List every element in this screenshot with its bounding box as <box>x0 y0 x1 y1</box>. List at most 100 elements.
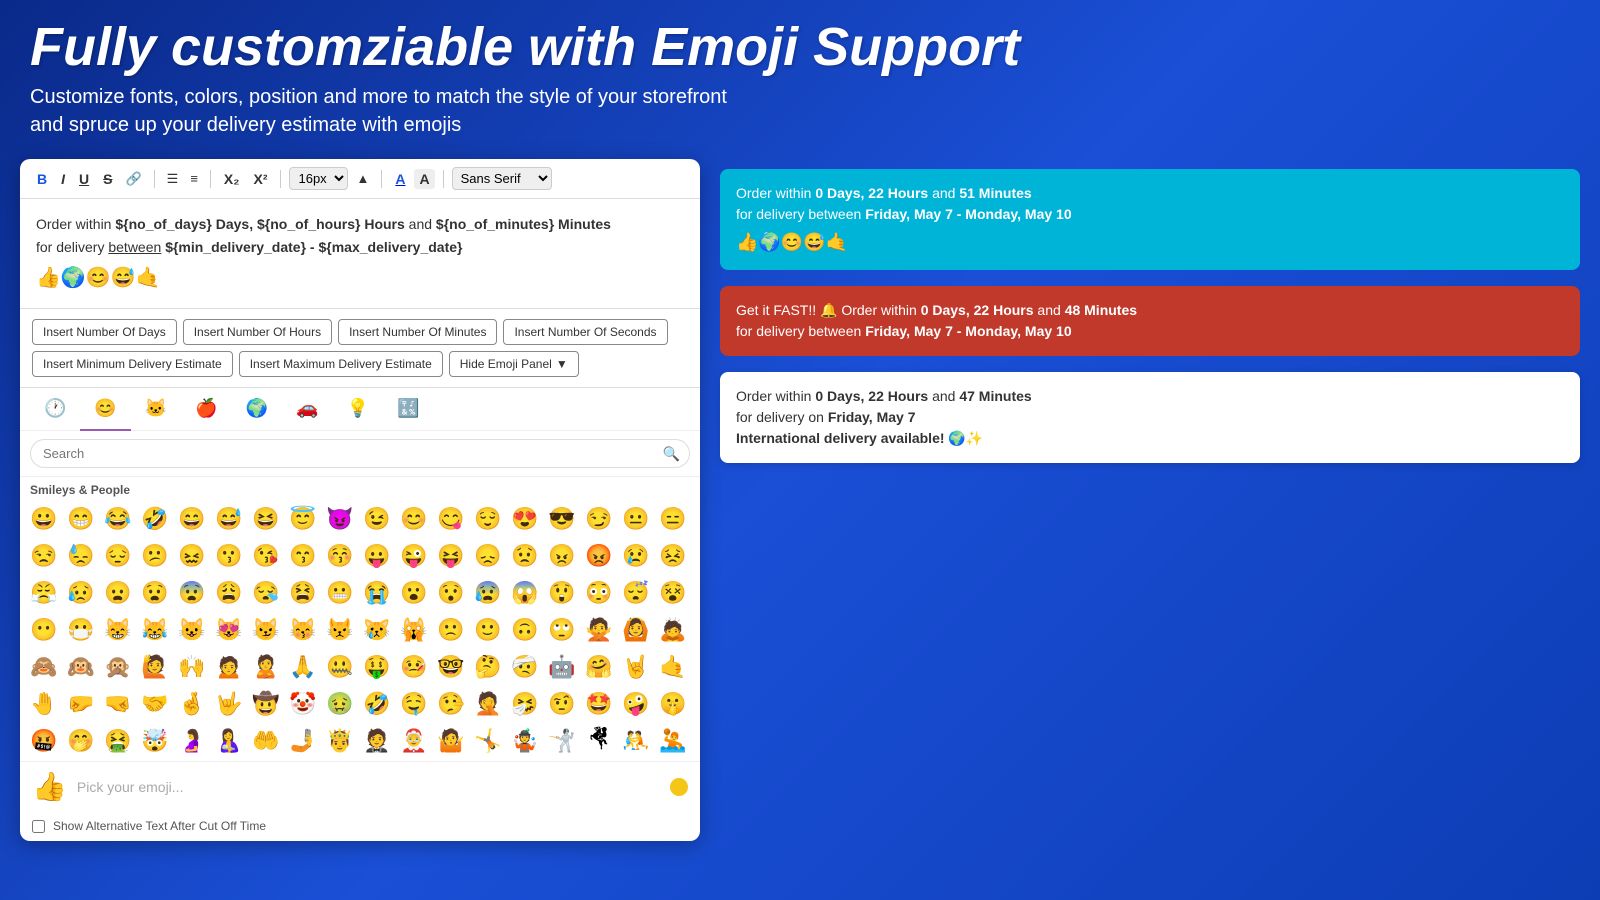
emoji-item[interactable]: 😇 <box>285 501 321 537</box>
emoji-item[interactable]: 😵 <box>655 575 691 611</box>
emoji-item[interactable]: 🤨 <box>544 686 580 722</box>
emoji-item[interactable]: 🤧 <box>507 686 543 722</box>
emoji-item[interactable]: 🤒 <box>396 649 432 685</box>
emoji-item[interactable]: 😂 <box>100 501 136 537</box>
font-size-up-icon[interactable]: ▲ <box>352 169 373 188</box>
emoji-item[interactable]: 🤾 <box>26 760 62 761</box>
emoji-item[interactable]: 🤔 <box>470 649 506 685</box>
hide-emoji-button[interactable]: Hide Emoji Panel ▼ <box>449 351 579 377</box>
emoji-item[interactable]: 🤺 <box>544 723 580 759</box>
emoji-item[interactable]: 🙋 <box>137 649 173 685</box>
emoji-item[interactable]: 🤣 <box>137 501 173 537</box>
emoji-item[interactable]: 😊 <box>396 501 432 537</box>
emoji-item[interactable]: 😩 <box>211 575 247 611</box>
emoji-item[interactable]: 👈 <box>396 760 432 761</box>
emoji-item[interactable]: 😕 <box>137 538 173 574</box>
emoji-item[interactable]: 😽 <box>285 612 321 648</box>
emoji-item[interactable]: 🤙 <box>655 649 691 685</box>
emoji-item[interactable]: 🤹 <box>507 723 543 759</box>
emoji-item[interactable]: 😜 <box>396 538 432 574</box>
emoji-item[interactable]: 🤸 <box>470 723 506 759</box>
italic-button[interactable]: I <box>56 169 70 189</box>
emoji-item[interactable]: 🤘 <box>618 649 654 685</box>
emoji-item[interactable]: 🤚 <box>26 686 62 722</box>
emoji-item[interactable]: 👏 <box>655 760 691 761</box>
emoji-item[interactable]: 😞 <box>470 538 506 574</box>
emoji-item[interactable]: 🤭 <box>63 723 99 759</box>
emoji-item[interactable]: 🤝 <box>137 686 173 722</box>
emoji-item[interactable]: 🤳 <box>285 723 321 759</box>
emoji-item[interactable]: 🤓 <box>433 649 469 685</box>
emoji-item[interactable]: 😧 <box>137 575 173 611</box>
emoji-item[interactable]: 😼 <box>248 612 284 648</box>
subscript-button[interactable]: X₂ <box>219 169 245 189</box>
tab-recent[interactable]: 🕐 <box>30 388 80 431</box>
alt-text-checkbox[interactable] <box>32 820 45 833</box>
emoji-item[interactable]: 😺 <box>174 612 210 648</box>
emoji-item[interactable]: 😀 <box>26 501 62 537</box>
emoji-item[interactable]: 😁 <box>63 501 99 537</box>
emoji-item[interactable]: 🙂 <box>470 612 506 648</box>
emoji-item[interactable]: 😮 <box>396 575 432 611</box>
emoji-item[interactable]: 👆 <box>322 760 358 761</box>
emoji-item[interactable]: 🤞 <box>174 686 210 722</box>
tab-animals[interactable]: 🐱 <box>131 388 181 431</box>
tab-activities[interactable]: 🚗 <box>282 388 332 431</box>
emoji-item[interactable]: 😓 <box>63 538 99 574</box>
emoji-item[interactable]: 😥 <box>63 575 99 611</box>
emoji-item[interactable]: 😌 <box>470 501 506 537</box>
emoji-item[interactable]: 🤜 <box>100 686 136 722</box>
emoji-item[interactable]: 🙀 <box>396 612 432 648</box>
emoji-item[interactable]: 👎 <box>618 760 654 761</box>
tab-travel[interactable]: 🌍 <box>232 388 282 431</box>
emoji-color-dot[interactable] <box>670 778 688 796</box>
insert-minutes-button[interactable]: Insert Number Of Minutes <box>338 319 497 345</box>
emoji-item[interactable]: 😢 <box>618 538 654 574</box>
emoji-item[interactable]: 😻 <box>211 612 247 648</box>
emoji-item[interactable]: 🤫 <box>655 686 691 722</box>
emoji-item[interactable]: 👂 <box>174 760 210 761</box>
emoji-item[interactable]: 🤖 <box>544 649 580 685</box>
emoji-item[interactable]: 😑 <box>655 501 691 537</box>
emoji-item[interactable]: 🤗 <box>581 649 617 685</box>
emoji-item[interactable]: 😱 <box>507 575 543 611</box>
emoji-item[interactable]: 👅 <box>285 760 321 761</box>
text-color-button[interactable]: A <box>390 169 410 189</box>
tab-smileys[interactable]: 😊 <box>80 388 130 431</box>
emoji-item[interactable]: 👋 <box>507 760 543 761</box>
emoji-item[interactable]: 🤰 <box>174 723 210 759</box>
emoji-item[interactable]: 😚 <box>322 538 358 574</box>
emoji-item[interactable]: 🤼 <box>618 723 654 759</box>
emoji-item[interactable]: 😠 <box>544 538 580 574</box>
tab-symbols[interactable]: 🔣 <box>383 388 433 431</box>
emoji-item[interactable]: 🤽 <box>655 723 691 759</box>
tab-food[interactable]: 🍎 <box>181 388 231 431</box>
emoji-item[interactable]: 🤣 <box>359 686 395 722</box>
emoji-item[interactable]: 🤦 <box>470 686 506 722</box>
emoji-item[interactable]: 😭 <box>359 575 395 611</box>
unordered-list-icon[interactable]: ≡ <box>186 169 202 188</box>
emoji-item[interactable]: 👍 <box>581 760 617 761</box>
emoji-item[interactable]: 😫 <box>285 575 321 611</box>
emoji-item[interactable]: 😟 <box>507 538 543 574</box>
emoji-item[interactable]: 😳 <box>581 575 617 611</box>
emoji-item[interactable]: 😛 <box>359 538 395 574</box>
link-icon[interactable]: 🔗 <box>121 169 145 189</box>
tab-objects[interactable]: 💡 <box>333 388 383 431</box>
emoji-item[interactable]: 🤱 <box>211 723 247 759</box>
emoji-item[interactable]: 🤮 <box>100 723 136 759</box>
emoji-item[interactable]: 🤶 <box>396 723 432 759</box>
emoji-item[interactable]: 🙎 <box>248 649 284 685</box>
editor-content[interactable]: Order within ${no_of_days} Days, ${no_of… <box>20 199 700 309</box>
emoji-item[interactable]: 🙏 <box>285 649 321 685</box>
emoji-item[interactable]: 🤻 <box>581 723 617 759</box>
emoji-item[interactable]: 🤵 <box>359 723 395 759</box>
emoji-item[interactable]: 👇 <box>359 760 395 761</box>
emoji-item[interactable]: 😷 <box>63 612 99 648</box>
emoji-item[interactable]: 🤛 <box>63 686 99 722</box>
emoji-item[interactable]: 😎 <box>544 501 580 537</box>
emoji-item[interactable]: 👁 <box>137 760 173 761</box>
bold-button[interactable]: B <box>32 169 52 189</box>
emoji-item[interactable]: 🤴 <box>322 723 358 759</box>
emoji-item[interactable]: 😙 <box>285 538 321 574</box>
